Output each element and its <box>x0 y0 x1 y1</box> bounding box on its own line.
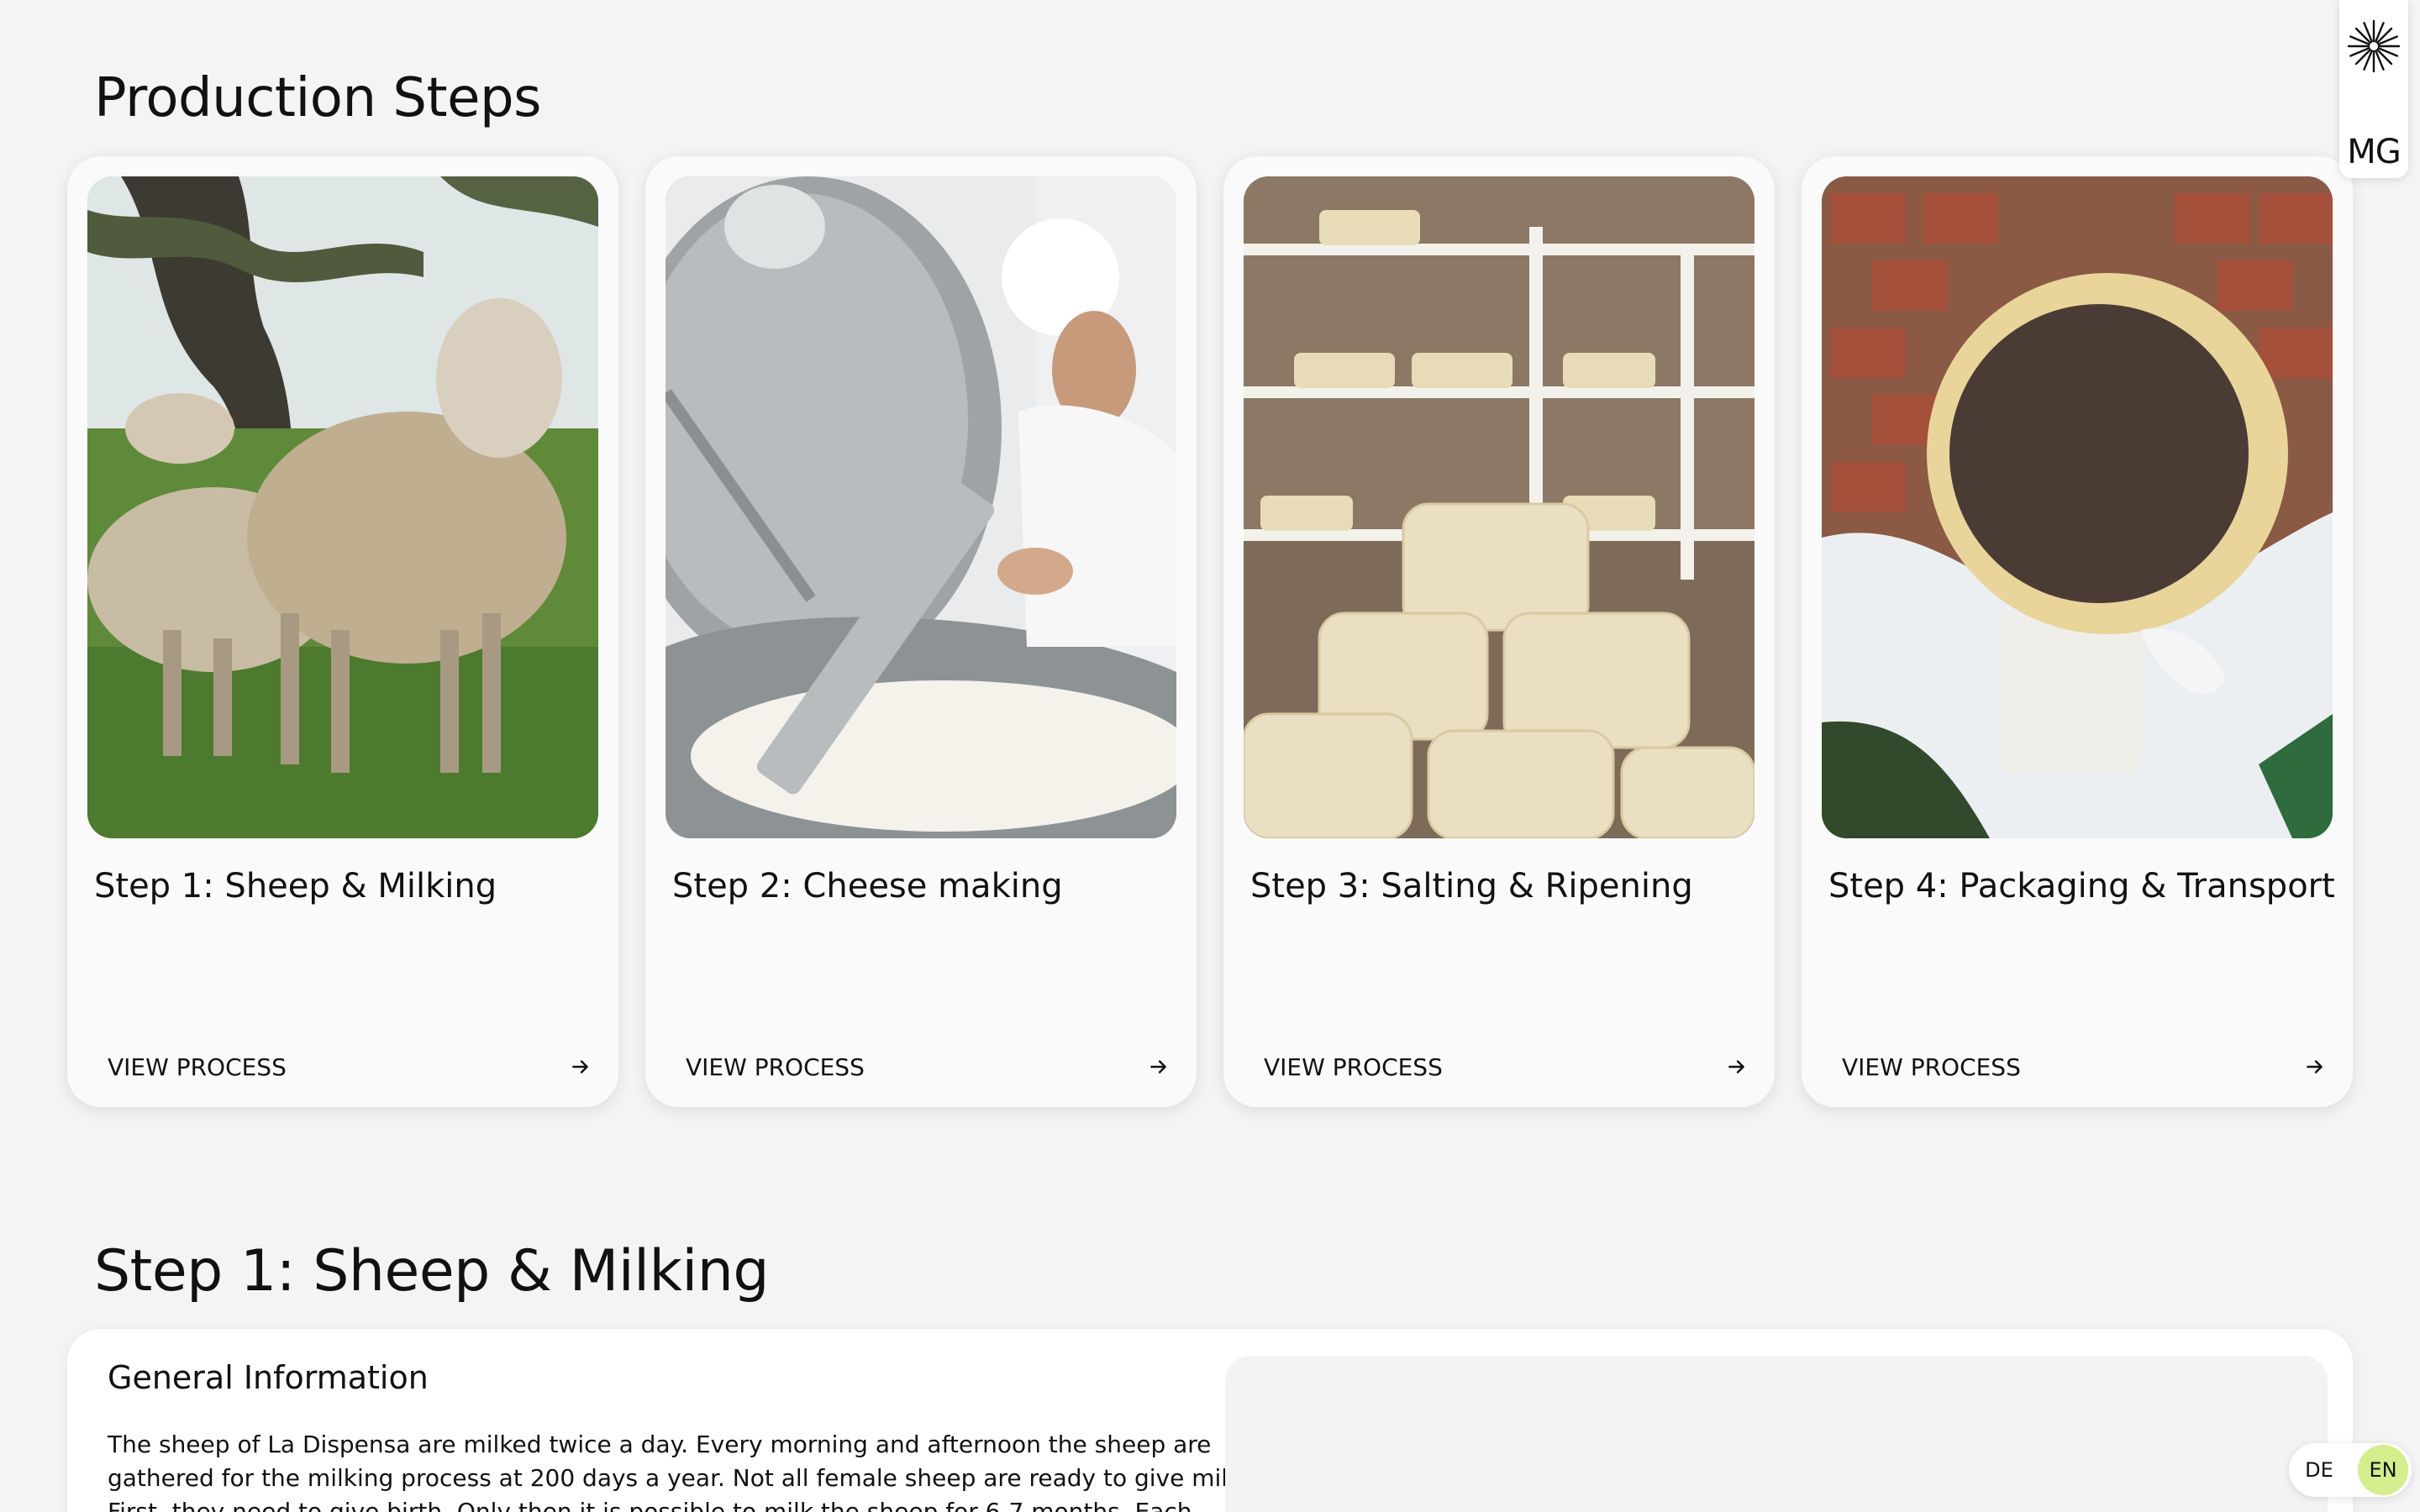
view-process-label: VIEW PROCESS <box>1842 1053 2021 1081</box>
view-process-link[interactable]: VIEW PROCESS <box>1264 1047 1748 1087</box>
brand-initials: MG <box>2347 133 2402 171</box>
step-card-3[interactable]: Step 3: Salting & Ripening VIEW PROCESS <box>1223 156 1775 1107</box>
arrow-right-icon <box>2307 1060 2323 1074</box>
step-card-1[interactable]: Step 1: Sheep & Milking VIEW PROCESS <box>67 156 618 1107</box>
detail-title: Step 1: Sheep & Milking <box>94 1238 770 1305</box>
detail-heading: General Information <box>108 1359 429 1396</box>
arrow-right-icon <box>1150 1060 1166 1074</box>
view-process-link[interactable]: VIEW PROCESS <box>1842 1047 2326 1087</box>
page: Production Steps Step 1: Sheep & Milking… <box>0 0 2420 1512</box>
brand-badge[interactable]: MG <box>2339 0 2408 178</box>
step-card-4[interactable]: Step 4: Packaging & Transport VIEW PROCE… <box>1802 156 2353 1107</box>
cheesemaker-vat-image <box>666 176 1176 838</box>
step-card-2[interactable]: Step 2: Cheese making VIEW PROCESS <box>645 156 1197 1107</box>
language-switcher: DE EN <box>2289 1443 2412 1497</box>
view-process-link[interactable]: VIEW PROCESS <box>686 1047 1170 1087</box>
language-en-button[interactable]: EN <box>2358 1445 2408 1495</box>
detail-media-placeholder <box>1225 1356 2328 1512</box>
detail-text: The sheep of La Dispensa are milked twic… <box>108 1431 1249 1512</box>
view-process-label: VIEW PROCESS <box>1264 1053 1443 1081</box>
view-process-link[interactable]: VIEW PROCESS <box>108 1047 592 1087</box>
detail-panel: General Information The sheep of La Disp… <box>67 1329 2353 1512</box>
cheese-wheels-shelves-image <box>1244 176 1754 838</box>
starburst-icon <box>2347 19 2401 73</box>
section-title: Production Steps <box>94 67 541 129</box>
step-title: Step 3: Salting & Ripening <box>1250 867 1693 906</box>
step-title: Step 2: Cheese making <box>672 867 1063 906</box>
pecorino-wheel-image <box>1822 176 2333 838</box>
language-de-button[interactable]: DE <box>2294 1445 2344 1495</box>
view-process-label: VIEW PROCESS <box>108 1053 287 1081</box>
view-process-label: VIEW PROCESS <box>686 1053 865 1081</box>
step-title: Step 1: Sheep & Milking <box>94 867 497 906</box>
step-title: Step 4: Packaging & Transport <box>1828 867 2335 906</box>
sheep-grazing-image <box>87 176 598 838</box>
arrow-right-icon <box>572 1060 588 1074</box>
arrow-right-icon <box>1728 1060 1744 1074</box>
step-cards: Step 1: Sheep & Milking VIEW PROCESS Ste… <box>67 156 2353 1107</box>
